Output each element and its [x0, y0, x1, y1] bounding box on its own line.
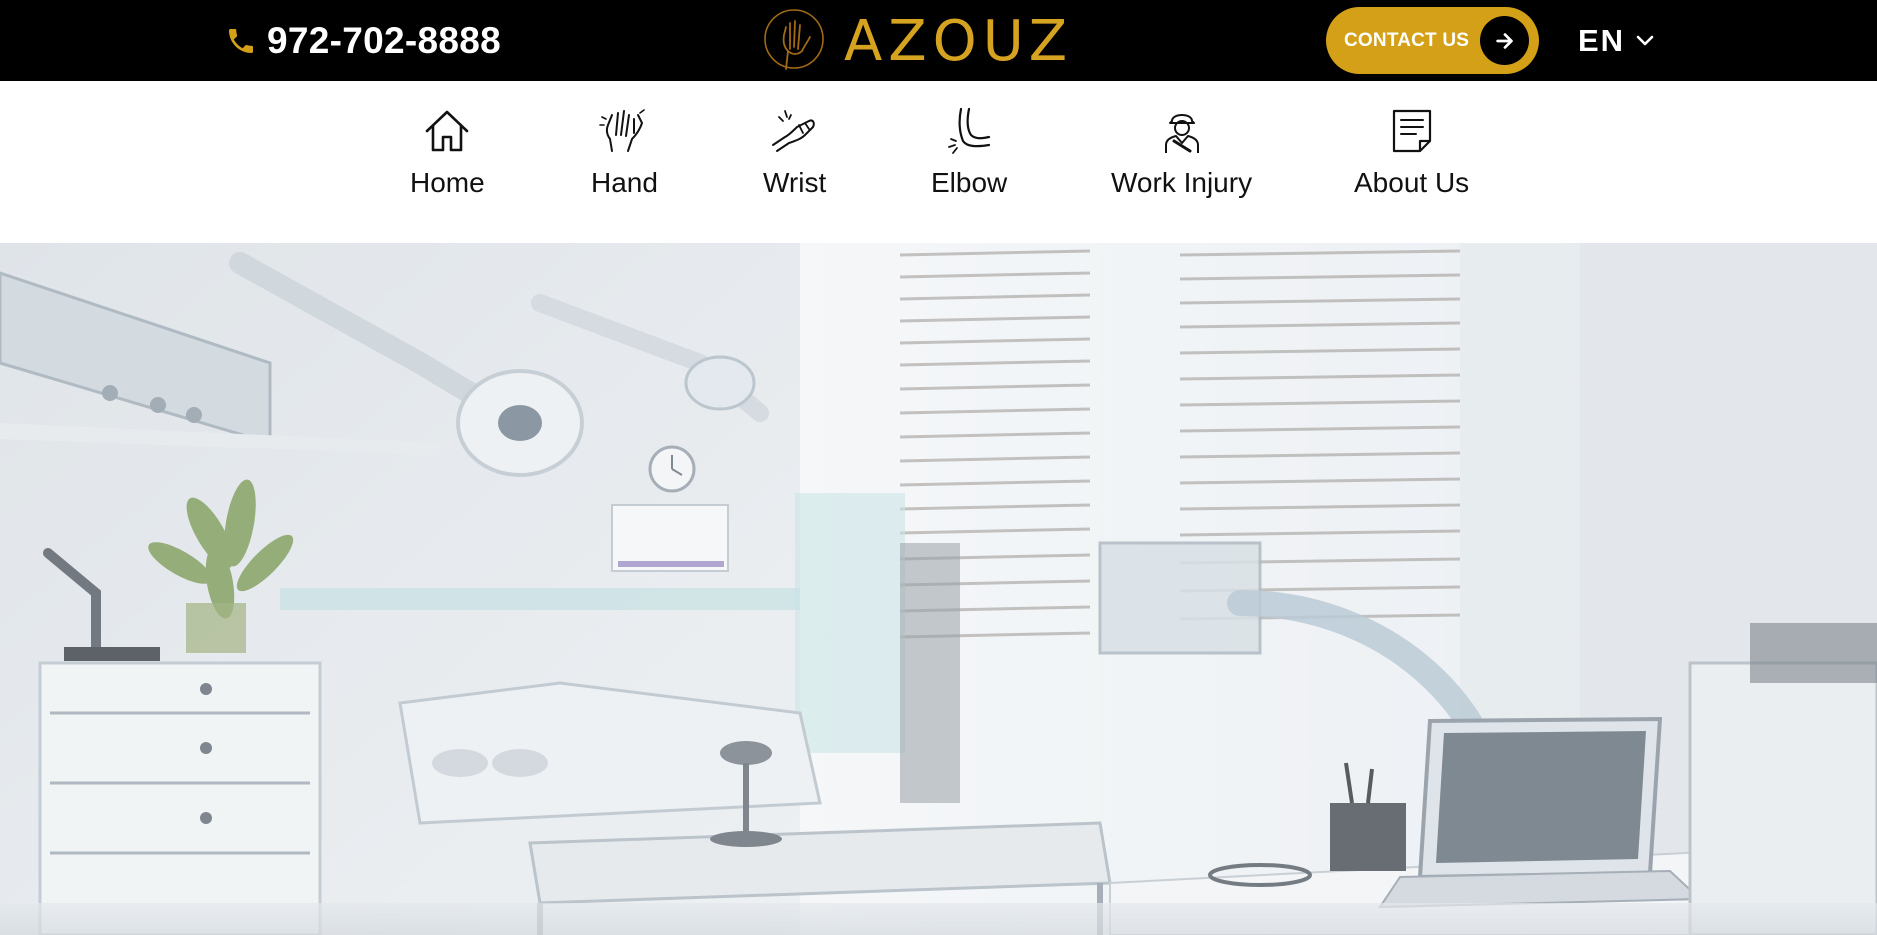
nav-item-about-us[interactable]: About Us [1354, 105, 1469, 205]
nav-item-elbow[interactable]: Elbow [931, 105, 1007, 205]
logo-wordmark: AZOUZ [844, 9, 1074, 74]
hand-icon [599, 109, 646, 152]
hero-clinic-image [0, 243, 1877, 935]
language-code: EN [1578, 23, 1626, 58]
logo[interactable]: AZOUZ [762, 6, 1073, 78]
chevron-down-icon [1636, 35, 1654, 46]
nav-label-work-injury: Work Injury [1111, 167, 1253, 198]
nav-item-wrist[interactable]: Wrist [763, 105, 826, 205]
nav-label-about-us: About Us [1354, 167, 1470, 198]
about-document-icon [1392, 109, 1431, 153]
phone-link[interactable]: 972-702-8888 [225, 18, 501, 64]
contact-us-label: CONTACT US [1344, 29, 1470, 51]
nav-label-home: Home [410, 167, 485, 198]
nav-label-hand: Hand [591, 167, 658, 198]
main-nav: Home Hand Wrist Elbow Work Injury About … [0, 81, 1877, 243]
wrist-icon [771, 110, 815, 152]
hand-logo-icon [764, 9, 824, 70]
nav-item-work-injury[interactable]: Work Injury [1111, 105, 1252, 205]
nav-label-elbow: Elbow [931, 167, 1008, 198]
top-bar: 972-702-8888 AZOUZ CONTACT US EN [0, 0, 1877, 81]
arrow-right-icon [1480, 16, 1529, 65]
nav-label-wrist: Wrist [763, 167, 827, 198]
clinic-room-illustration [0, 243, 1877, 935]
nav-item-hand[interactable]: Hand [591, 105, 658, 205]
language-selector[interactable]: EN [1578, 22, 1655, 60]
nav-item-home[interactable]: Home [410, 105, 485, 205]
elbow-icon [948, 107, 991, 154]
home-icon [426, 110, 469, 152]
work-injury-icon [1164, 114, 1199, 153]
phone-number: 972-702-8888 [267, 20, 502, 61]
phone-icon [229, 29, 253, 53]
contact-us-button[interactable]: CONTACT US [1326, 7, 1539, 74]
